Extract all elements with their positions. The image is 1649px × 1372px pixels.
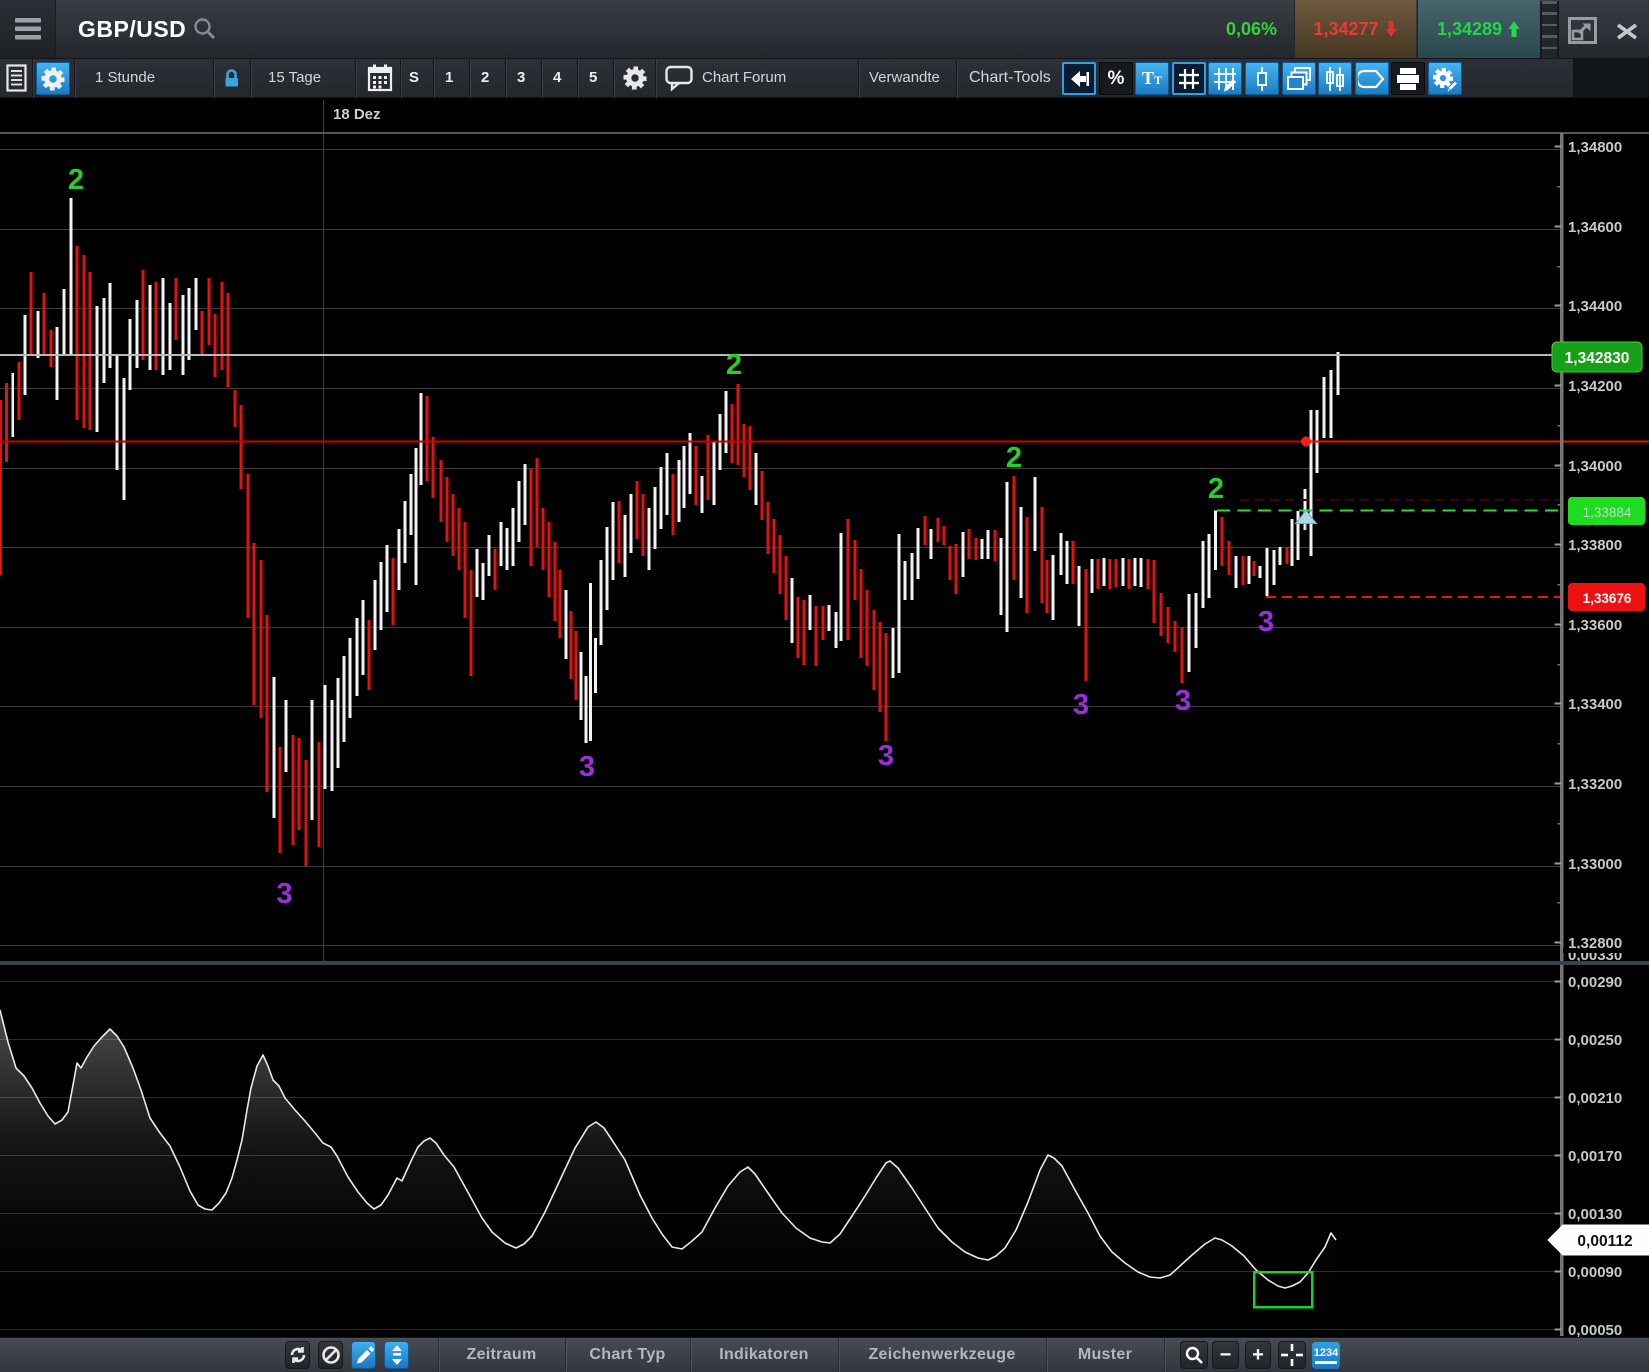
svg-text:2: 2 [1208, 473, 1224, 505]
svg-text:0,00112: 0,00112 [1577, 1233, 1632, 1250]
svg-text:0,00090: 0,00090 [1568, 1264, 1622, 1281]
svg-text:3: 3 [276, 878, 292, 910]
svg-text:0,00290: 0,00290 [1568, 974, 1622, 991]
svg-text:3: 3 [1175, 685, 1191, 717]
svg-text:0,00250: 0,00250 [1568, 1032, 1622, 1049]
svg-text:0,00170: 0,00170 [1568, 1148, 1622, 1165]
svg-text:1,342830: 1,342830 [1565, 350, 1630, 367]
svg-text:1,33884: 1,33884 [1583, 505, 1632, 520]
svg-text:3: 3 [1258, 606, 1274, 638]
svg-text:2: 2 [726, 349, 742, 381]
svg-text:1,33200: 1,33200 [1568, 776, 1622, 793]
svg-text:1,33000: 1,33000 [1568, 856, 1622, 873]
svg-text:1,34800: 1,34800 [1568, 139, 1622, 156]
svg-text:3: 3 [579, 751, 595, 783]
svg-text:18 Dez: 18 Dez [333, 106, 381, 123]
svg-text:0,00130: 0,00130 [1568, 1206, 1622, 1223]
svg-text:1,34200: 1,34200 [1568, 378, 1622, 395]
svg-text:3: 3 [878, 740, 894, 772]
svg-text:1,33800: 1,33800 [1568, 537, 1622, 554]
svg-text:1,33600: 1,33600 [1568, 617, 1622, 634]
svg-text:1,34000: 1,34000 [1568, 458, 1622, 475]
svg-text:2: 2 [1006, 442, 1022, 474]
svg-text:1,34400: 1,34400 [1568, 298, 1622, 315]
svg-text:3: 3 [1073, 689, 1089, 721]
svg-text:0,00210: 0,00210 [1568, 1090, 1622, 1107]
svg-text:1,34600: 1,34600 [1568, 219, 1622, 236]
svg-text:2: 2 [68, 164, 84, 196]
svg-text:1,33400: 1,33400 [1568, 696, 1622, 713]
svg-text:1,33676: 1,33676 [1583, 591, 1632, 606]
